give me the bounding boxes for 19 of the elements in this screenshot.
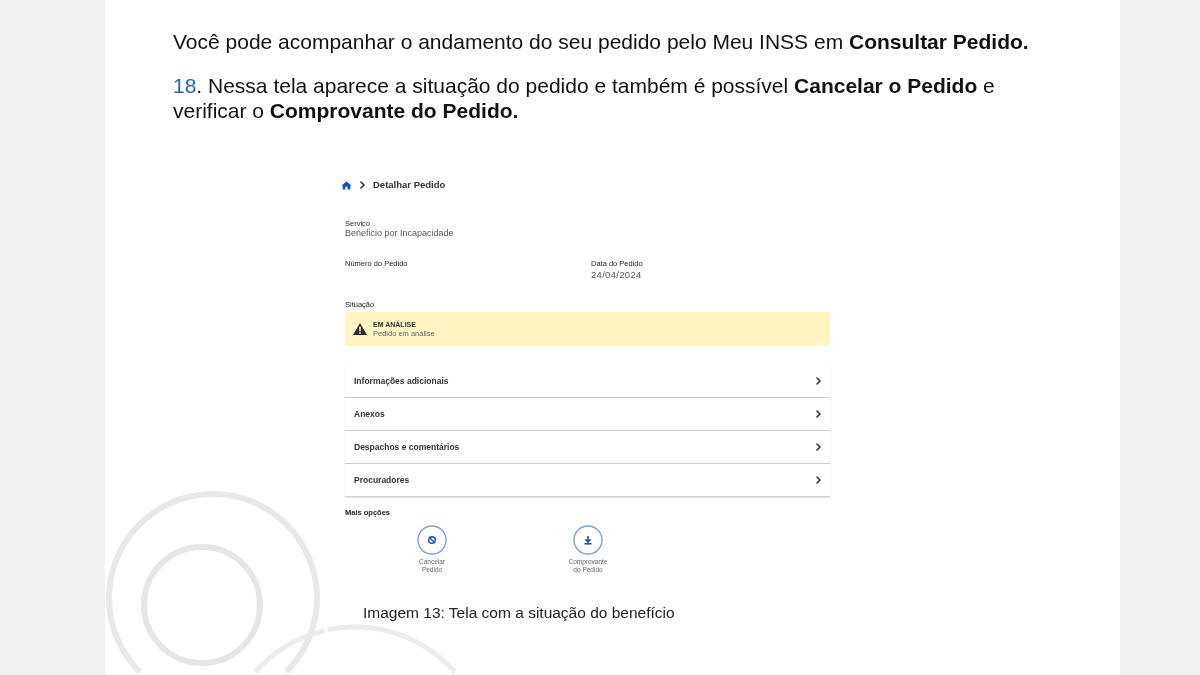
paragraph-text: Você pode acompanhar o andamento do seu pedido pelo Meu INSS em Consultar Pedido. — [173, 30, 1030, 54]
home-icon[interactable] — [341, 180, 352, 190]
accordion-row[interactable]: Procuradores — [345, 464, 830, 497]
warning-icon — [353, 323, 367, 335]
accordion-row[interactable]: Despachos e comentários — [345, 431, 830, 464]
prohibited-icon — [417, 525, 447, 555]
field-value: Beneficio por Incapacidade — [345, 228, 454, 238]
field-value: 24/04/2024 — [591, 270, 642, 280]
chevron-right-icon — [816, 377, 821, 385]
accordion-row[interactable]: Anexos — [345, 398, 830, 431]
figure-caption: Imagem 13: Tela com a situação do benefício — [363, 604, 675, 622]
chevron-right-icon — [360, 181, 365, 189]
chevron-right-icon — [816, 443, 821, 451]
accordion-row[interactable]: Informações adicionais — [345, 365, 830, 398]
chevron-right-icon — [816, 410, 821, 418]
breadcrumb-current: Detalhar Pedido — [373, 179, 446, 191]
paragraph-text: 18. Nessa tela aparece a situação do pedido e também é possível Cancelar o Pedido e verificar o Comprovante do Pedido. — [173, 73, 996, 123]
download-icon — [573, 525, 603, 555]
chevron-right-icon — [816, 476, 821, 484]
